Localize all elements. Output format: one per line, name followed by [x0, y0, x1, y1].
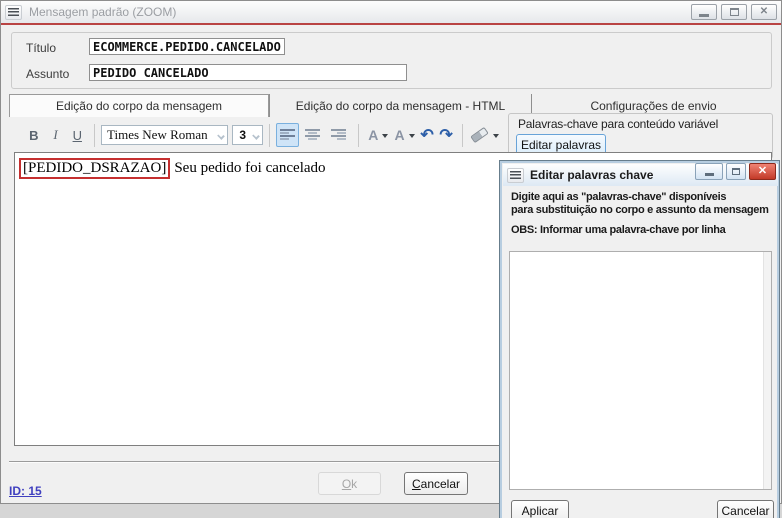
redo-button[interactable]: ↷	[437, 124, 456, 146]
tab-edicao-corpo-mensagem[interactable]: Edição do corpo da mensagem	[9, 94, 269, 117]
chevron-down-icon	[252, 132, 260, 140]
undo-button[interactable]: ↶	[418, 124, 437, 146]
minimize-button[interactable]	[691, 4, 717, 20]
titulo-input[interactable]	[89, 38, 285, 55]
hamburger-icon	[8, 8, 19, 16]
font-family-select[interactable]: Times New Roman	[101, 125, 228, 145]
maximize-icon	[732, 168, 740, 175]
align-right-button[interactable]	[327, 123, 350, 147]
dialog-instruction-line2: para substituição no corpo e assunto da …	[511, 204, 769, 216]
dropdown-caret-icon	[493, 134, 499, 138]
keyword-token: [PEDIDO_DSRAZAO]	[19, 158, 170, 179]
dialog-minimize-button[interactable]	[695, 163, 723, 180]
dialog-close-button[interactable]: ✕	[749, 163, 776, 180]
align-center-button[interactable]	[301, 123, 324, 147]
font-family-value: Times New Roman	[102, 127, 208, 143]
editor-text: Seu pedido foi cancelado	[174, 160, 325, 176]
titlebar-accent-line	[1, 23, 781, 25]
bold-button[interactable]: B	[23, 124, 45, 146]
assunto-input[interactable]	[89, 64, 407, 81]
cancel-button[interactable]: Cancelar	[404, 472, 468, 495]
dialog-instruction-line1: Digite aqui as "palavras-chave" disponív…	[511, 191, 726, 203]
toolbar-separator	[94, 124, 95, 147]
system-menu-button[interactable]	[5, 5, 22, 20]
toolbar-separator	[358, 124, 359, 147]
ok-button[interactable]: Ok	[318, 472, 381, 495]
dropdown-caret-icon	[382, 134, 388, 138]
message-header-group: Título Assunto	[11, 32, 772, 89]
system-menu-button[interactable]	[507, 168, 524, 183]
titulo-label: Título	[26, 41, 56, 55]
toolbar-separator	[462, 124, 463, 147]
underline-button[interactable]: U	[66, 124, 88, 146]
keywords-panel-label: Palavras-chave para conteúdo variável	[518, 117, 718, 131]
main-titlebar: Mensagem padrão (ZOOM) ✕	[1, 1, 781, 23]
italic-button[interactable]: I	[45, 124, 67, 146]
clear-formatting-button[interactable]	[469, 124, 501, 146]
close-icon: ✕	[760, 7, 768, 17]
align-left-button[interactable]	[276, 123, 299, 147]
richtext-toolbar: B I U Times New Roman 3	[9, 118, 501, 152]
keywords-textarea[interactable]	[509, 251, 772, 490]
toolbar-separator	[269, 124, 270, 147]
highlight-color-button[interactable]: A	[391, 124, 417, 146]
dialog-note: OBS: Informar uma palavra-chave por linh…	[511, 224, 725, 236]
eraser-icon	[470, 127, 489, 143]
cancel-button-rest: ancelar	[421, 477, 460, 491]
font-color-button[interactable]: A	[365, 124, 391, 146]
apply-button[interactable]: Aplicar	[511, 500, 569, 518]
font-size-value: 3	[233, 128, 246, 142]
align-left-icon	[280, 128, 296, 142]
dialog-title: Editar palavras chave	[530, 168, 653, 182]
close-icon: ✕	[758, 166, 767, 177]
font-size-select[interactable]: 3	[232, 125, 263, 145]
highlight-letter: A	[394, 127, 404, 143]
align-right-icon	[331, 128, 347, 142]
ok-button-accel: O	[342, 477, 351, 491]
maximize-icon	[730, 8, 739, 16]
main-window-title: Mensagem padrão (ZOOM)	[29, 5, 176, 19]
redo-icon: ↷	[439, 125, 452, 145]
desktop: Mensagem padrão (ZOOM) ✕ Título Assunto …	[0, 0, 782, 518]
font-color-letter: A	[368, 127, 378, 143]
minimize-icon	[699, 14, 709, 17]
tab-edicao-corpo-mensagem-html[interactable]: Edição do corpo da mensagem - HTML	[269, 94, 531, 117]
chevron-down-icon	[218, 132, 226, 140]
align-center-icon	[305, 128, 321, 142]
hamburger-icon	[510, 171, 521, 179]
maximize-button[interactable]	[721, 4, 747, 20]
ok-button-rest: k	[351, 477, 357, 491]
edit-keywords-dialog: Editar palavras chave ✕ Digite aqui as "…	[499, 160, 780, 518]
close-button[interactable]: ✕	[751, 4, 777, 20]
cancel-button-accel: C	[412, 477, 421, 491]
undo-icon: ↶	[420, 125, 433, 145]
dropdown-caret-icon	[409, 134, 415, 138]
dialog-cancel-button[interactable]: Cancelar	[717, 500, 774, 518]
dialog-maximize-button[interactable]	[726, 163, 746, 180]
textarea-scrollbar[interactable]	[763, 252, 771, 489]
assunto-label: Assunto	[26, 67, 69, 81]
record-id-link[interactable]: ID: 15	[9, 484, 42, 498]
minimize-icon	[705, 173, 714, 176]
